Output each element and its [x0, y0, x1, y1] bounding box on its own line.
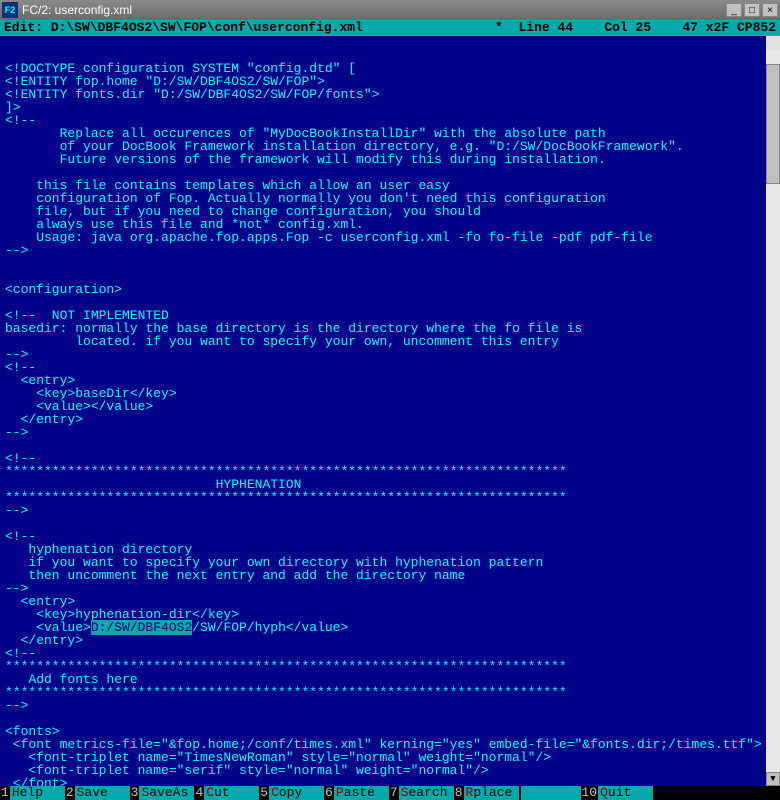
status-path: Edit: D:\SW\DBF4OS2\SW\FOP\conf\userconf… [4, 20, 495, 36]
maximize-button[interactable]: □ [744, 3, 760, 17]
window-title: FC/2: userconfig.xml [22, 3, 726, 17]
editor-line [5, 257, 778, 270]
fkey-quit[interactable]: 10Quit [581, 786, 654, 800]
fkey-save[interactable]: 2Save [65, 786, 130, 800]
editor-line: ****************************************… [5, 491, 778, 504]
editor-line: --> [5, 582, 778, 595]
editor-line: <!ENTITY fonts.dir "D:/SW/DBF4OS2/SW/FOP… [5, 88, 778, 101]
fkey-spacer [519, 786, 581, 800]
fkey-paste[interactable]: 6Paste [324, 786, 389, 800]
close-button[interactable]: × [762, 3, 778, 17]
editor-line: ]> [5, 101, 778, 114]
editor-selection: D:/SW/DBF4OS2 [91, 620, 192, 635]
editor-line: --> [5, 504, 778, 517]
minimize-button[interactable]: _ [726, 3, 742, 17]
fkey-copy[interactable]: 5Copy [259, 786, 324, 800]
function-key-bar: 1Help2Save3SaveAs4Cut5Copy6Paste7Search8… [0, 786, 780, 800]
editor-line [5, 517, 778, 530]
editor-line: Usage: java org.apache.fop.apps.Fop -c u… [5, 231, 778, 244]
editor-line: then uncomment the next entry and add th… [5, 569, 778, 582]
editor-line [5, 439, 778, 452]
editor-line: --> [5, 244, 778, 257]
editor-line: --> [5, 426, 778, 439]
editor-line: --> [5, 699, 778, 712]
editor-line: <value></value> [5, 400, 778, 413]
fkey-rplace[interactable]: 8Rplace [454, 786, 519, 800]
editor-line [5, 712, 778, 725]
editor-line: ****************************************… [5, 686, 778, 699]
scrollbar-vertical[interactable]: ▲ ▼ [766, 36, 780, 786]
status-bar: Edit: D:\SW\DBF4OS2\SW\FOP\conf\userconf… [0, 20, 780, 36]
editor-line: Future versions of the framework will mo… [5, 153, 778, 166]
app-icon: F2 [2, 2, 18, 18]
editor-line: located. if you want to specify your own… [5, 335, 778, 348]
editor-line: </entry> [5, 634, 778, 647]
fkey-search[interactable]: 7Search [389, 786, 454, 800]
scroll-track[interactable] [766, 50, 780, 772]
fkey-help[interactable]: 1Help [0, 786, 65, 800]
editor-line: </entry> [5, 413, 778, 426]
scroll-thumb[interactable] [766, 64, 780, 184]
fkey-cut[interactable]: 4Cut [194, 786, 259, 800]
scroll-down-button[interactable]: ▼ [766, 772, 780, 786]
editor-area[interactable]: <!DOCTYPE configuration SYSTEM "config.d… [0, 36, 780, 786]
editor-line: <configuration> [5, 283, 778, 296]
editor-line: --> [5, 348, 778, 361]
status-position: * Line 44 Col 25 47 x2F CP852 [495, 20, 776, 36]
editor-line: <value>D:/SW/DBF4OS2/SW/FOP/hyph</value> [5, 621, 778, 634]
fkey-saveas[interactable]: 3SaveAs [130, 786, 195, 800]
editor-line: <!-- [5, 361, 778, 374]
editor-line: </font> [5, 777, 778, 786]
editor-line: <font-triplet name="serif" style="normal… [5, 764, 778, 777]
titlebar: F2 FC/2: userconfig.xml _ □ × [0, 0, 780, 20]
